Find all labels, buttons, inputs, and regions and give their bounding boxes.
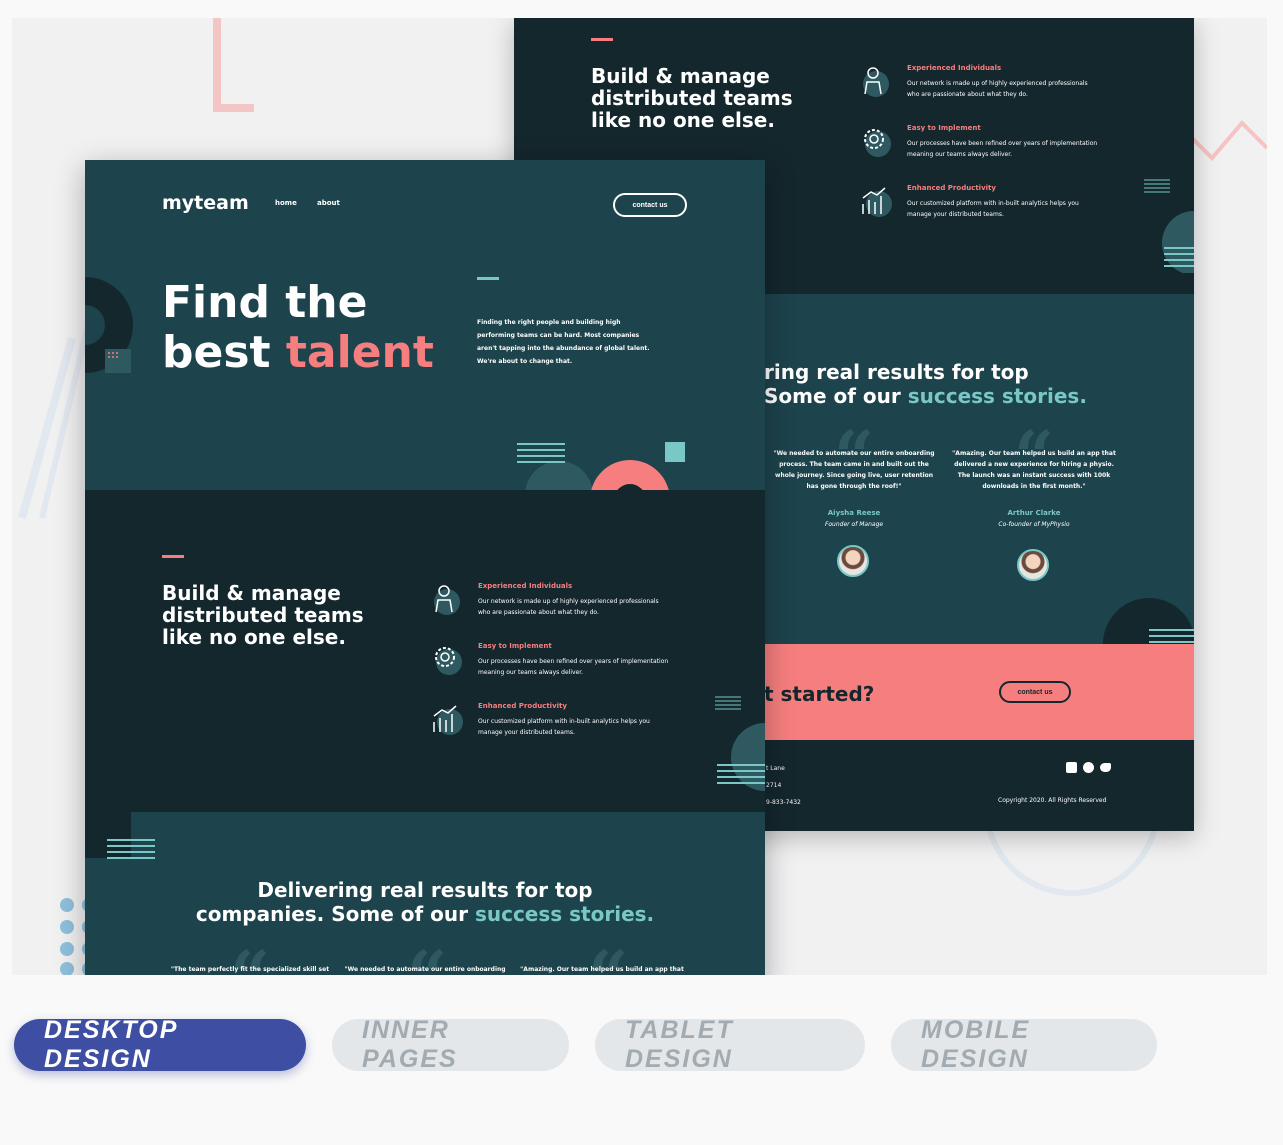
results-heading: ring real results for top Some of our su…	[764, 360, 1087, 408]
cog-icon	[435, 647, 462, 675]
testimonial-name: Arthur Clarke	[1007, 509, 1061, 517]
section-corner-decoration	[85, 812, 155, 859]
cog-icon	[864, 129, 891, 157]
design-tabs: DESKTOP DESIGN INNER PAGES TABLET DESIGN…	[14, 1016, 1157, 1073]
feature-desc: Our processes have been refined over yea…	[478, 658, 669, 676]
social-links	[1066, 762, 1111, 773]
design-preview: Build & manage distributed teams like no…	[12, 18, 1267, 975]
features-section: Build & manage distributed teams like no…	[85, 490, 765, 812]
feature-item: Easy to Implement Our processes have bee…	[430, 642, 668, 678]
accent-dash	[477, 277, 499, 280]
feature-item: Enhanced Productivity Our customized pla…	[859, 184, 1079, 220]
chart-icon	[433, 705, 463, 735]
hero-bottom-decoration	[517, 442, 685, 490]
feature-title: Easy to Implement	[907, 124, 981, 132]
feature-desc: Our customized platform with in-built an…	[478, 718, 650, 736]
contact-us-button[interactable]: contact us	[613, 193, 687, 217]
twitter-icon[interactable]	[1100, 763, 1111, 772]
feature-title: Experienced Individuals	[907, 64, 1002, 72]
tab-inner-pages[interactable]: INNER PAGES	[332, 1016, 569, 1073]
feature-desc: Our customized platform with in-built an…	[907, 200, 1079, 218]
footer-address: t Lane 2714 9-833-7432	[766, 765, 801, 806]
contact-us-button[interactable]: contact us	[999, 681, 1071, 703]
accent-dash	[591, 38, 613, 41]
tab-desktop-design[interactable]: DESKTOP DESIGN	[14, 1016, 306, 1073]
chart-icon	[862, 187, 892, 217]
tab-mobile-design[interactable]: MOBILE DESIGN	[891, 1016, 1157, 1073]
feature-item: Experienced Individuals Our network is m…	[859, 64, 1088, 100]
section-heading: Build & manage distributed teams like no…	[591, 64, 793, 132]
accent-dash	[162, 555, 184, 558]
feature-title: Enhanced Productivity	[478, 702, 567, 710]
hero-section: myteam home about contact us Find the be…	[85, 160, 765, 490]
copyright: Copyright 2020. All Rights Reserved	[998, 797, 1107, 804]
feature-item: Experienced Individuals Our network is m…	[430, 582, 659, 618]
feature-desc: Our network is made up of highly experie…	[478, 598, 659, 616]
section-heading: Build & manage distributed teams like no…	[162, 581, 364, 649]
feature-title: Easy to Implement	[478, 642, 552, 650]
feature-title: Enhanced Productivity	[907, 184, 996, 192]
tab-tablet-design[interactable]: TABLET DESIGN	[595, 1016, 865, 1073]
hero-left-decoration	[85, 277, 133, 373]
person-icon	[863, 67, 889, 97]
person-icon	[434, 585, 460, 615]
testimonial-quote: "We needed to automate our entire onboar…	[344, 966, 506, 973]
feature-item: Easy to Implement Our processes have bee…	[859, 124, 1097, 160]
testimonial-name: Aiysha Reese	[827, 509, 881, 517]
feature-desc: Our network is made up of highly experie…	[907, 80, 1088, 98]
features-right-decoration	[715, 696, 765, 791]
testimonial-role: Founder of Manage	[824, 521, 884, 528]
testimonials-section: Delivering real results for top companie…	[85, 812, 765, 975]
corner-decoration	[1103, 598, 1194, 644]
feature-desc: Our processes have been refined over yea…	[907, 140, 1098, 158]
facebook-icon[interactable]	[1066, 762, 1077, 773]
testimonial-quote: "The team perfectly fit the specialized …	[170, 966, 330, 973]
nav-home[interactable]: home	[275, 198, 297, 209]
logo[interactable]: myteam	[162, 192, 249, 214]
front-page-mockup: myteam home about contact us Find the be…	[85, 160, 765, 975]
hero-description: Finding the right people and building hi…	[477, 319, 650, 365]
nav-about[interactable]: about	[317, 198, 340, 209]
grid-pattern-decoration	[1144, 179, 1194, 273]
pinterest-icon[interactable]	[1083, 762, 1094, 773]
avatar	[1017, 549, 1049, 581]
feature-item: Enhanced Productivity Our customized pla…	[430, 702, 650, 738]
testimonial-quote: "Amazing. Our team helped us build an ap…	[952, 450, 1116, 490]
feature-title: Experienced Individuals	[478, 582, 573, 590]
testimonial-role: Co-founder of MyPhysio	[998, 521, 1070, 528]
hero-heading: Find the best talent	[162, 277, 434, 378]
testimonial-quote: "We needed to automate our entire onboar…	[773, 450, 935, 490]
avatar	[837, 545, 869, 577]
cta-heading: t started?	[764, 682, 875, 706]
results-heading: Delivering real results for top companie…	[195, 878, 655, 926]
testimonial-quote: "Amazing. Our team helped us build an ap…	[520, 966, 684, 973]
